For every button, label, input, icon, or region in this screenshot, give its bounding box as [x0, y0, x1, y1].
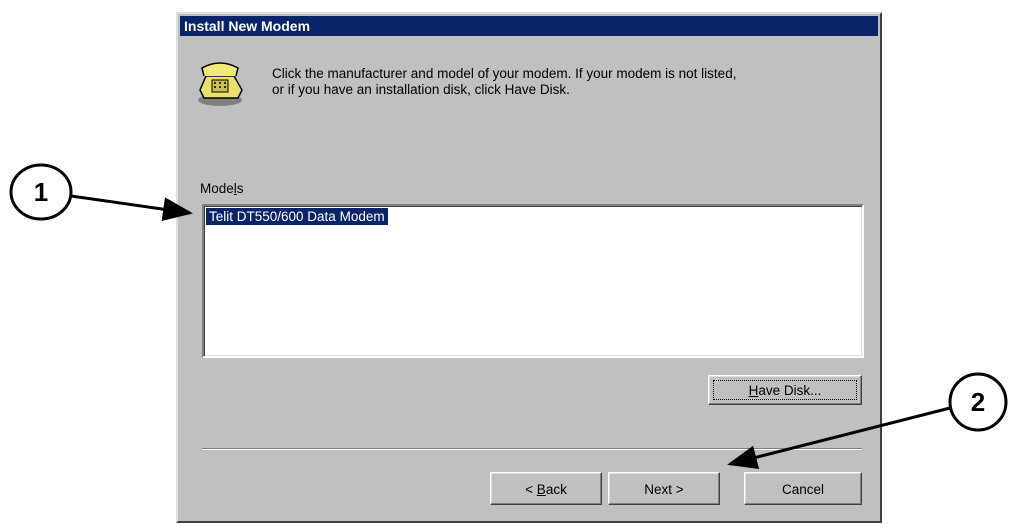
callout-1-arrow [70, 194, 193, 222]
callout-overlay [9, 163, 1008, 469]
callout-2-arrow [727, 406, 951, 469]
callout-2-label: 2 [970, 387, 986, 417]
callout-1-label: 1 [33, 177, 49, 207]
page: Install New Modem Click the manufacturer… [0, 0, 1010, 525]
